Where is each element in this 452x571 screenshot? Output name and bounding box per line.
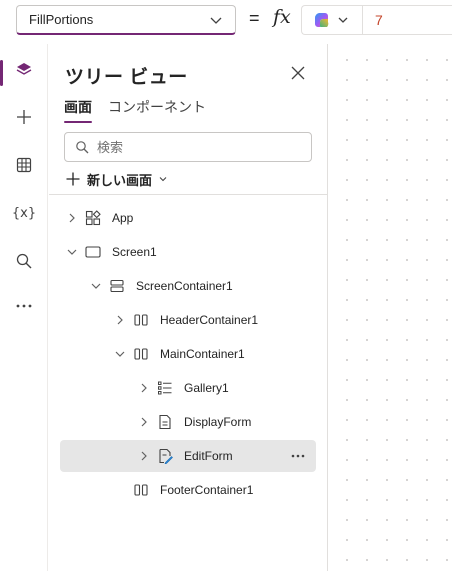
rail-insert-button[interactable] [0,95,48,139]
chevron-down-icon [338,17,348,23]
table-icon [16,157,32,173]
tree-node-gallery1[interactable]: Gallery1 [60,372,316,404]
tree-node-screencontainer1[interactable]: ScreenContainer1 [60,270,316,302]
display-form-icon [159,414,171,430]
chevron-down-icon[interactable] [114,348,126,360]
formula-bar: FillPortions = fx 7 [0,0,452,38]
node-label: DisplayForm [184,415,252,429]
close-icon[interactable] [289,64,307,82]
design-canvas[interactable] [329,44,452,571]
node-label: FooterContainer1 [160,483,254,497]
equals-sign: = [249,8,260,28]
chevron-right-icon[interactable] [114,314,126,326]
formula-input[interactable]: 7 [362,5,452,35]
node-label: EditForm [184,449,233,463]
tab-screens[interactable]: 画面 [64,97,92,117]
more-options-icon[interactable] [290,448,306,464]
tree-node-screen1[interactable]: Screen1 [60,236,316,268]
edit-form-icon [159,448,173,464]
rail-tree-view-button[interactable] [0,48,48,92]
horizontal-container-icon [134,314,148,326]
tab-components[interactable]: コンポーネント [108,97,206,117]
property-dropdown[interactable]: FillPortions [16,5,236,35]
tree-node-app[interactable]: App [60,202,316,234]
chevron-right-icon[interactable] [138,416,150,428]
rail-search-button[interactable] [0,239,48,283]
formula-text: 7 [375,12,383,28]
divider [49,194,328,195]
copilot-button[interactable] [301,5,363,35]
fx-icon[interactable]: fx [273,6,291,28]
node-label: HeaderContainer1 [160,313,259,327]
node-label: MainContainer1 [160,347,245,361]
new-screen-button[interactable]: 新しい画面 [65,168,168,190]
horizontal-container-icon [134,348,148,360]
search-input[interactable] [97,139,297,155]
rail-data-button[interactable] [0,143,48,187]
node-label: App [112,211,134,225]
rail-more-button[interactable] [0,284,48,328]
chevron-down-icon [159,177,167,182]
layers-icon [16,63,32,75]
active-indicator [0,60,3,86]
chevron-right-icon[interactable] [138,382,150,394]
property-value: FillPortions [29,12,94,27]
chevron-down-icon[interactable] [66,246,78,258]
new-screen-label: 新しい画面 [87,172,153,188]
app-icon [85,210,101,226]
panel-title: ツリー ビュー [65,67,188,88]
active-tab-indicator [64,121,92,123]
screen-icon [85,246,101,258]
copilot-icon [314,13,329,27]
plus-icon [17,110,31,124]
chevron-right-icon[interactable] [66,212,78,224]
power-apps-studio: FillPortions = fx 7 {x} ツリー ビュー 画面 コンポーネ… [0,0,452,571]
node-label: Gallery1 [184,381,229,395]
chevron-down-icon[interactable] [90,280,102,292]
chevron-right-icon[interactable] [138,450,150,462]
rail-variables-button[interactable]: {x} [0,191,48,235]
search-icon [76,141,89,154]
search-icon [16,253,32,269]
chevron-down-icon [210,17,222,24]
horizontal-container-icon [134,484,148,496]
node-label: Screen1 [112,245,157,259]
variables-icon: {x} [11,205,37,221]
gallery-icon [158,381,172,395]
left-rail: {x} [0,44,48,571]
vertical-container-icon [110,279,124,293]
more-icon [16,304,32,308]
tree-node-headercontainer1[interactable]: HeaderContainer1 [60,304,316,336]
tree-node-footercontainer1[interactable]: FooterContainer1 [60,474,316,506]
plus-icon [66,172,80,186]
tree-search-box[interactable] [64,132,312,162]
tree-node-editform[interactable]: EditForm [60,440,316,472]
tree-node-maincontainer1[interactable]: MainContainer1 [60,338,316,370]
node-label: ScreenContainer1 [136,279,233,293]
tree-node-displayform[interactable]: DisplayForm [60,406,316,438]
tree-view-panel: ツリー ビュー 画面 コンポーネント 新しい画面 [49,44,328,571]
